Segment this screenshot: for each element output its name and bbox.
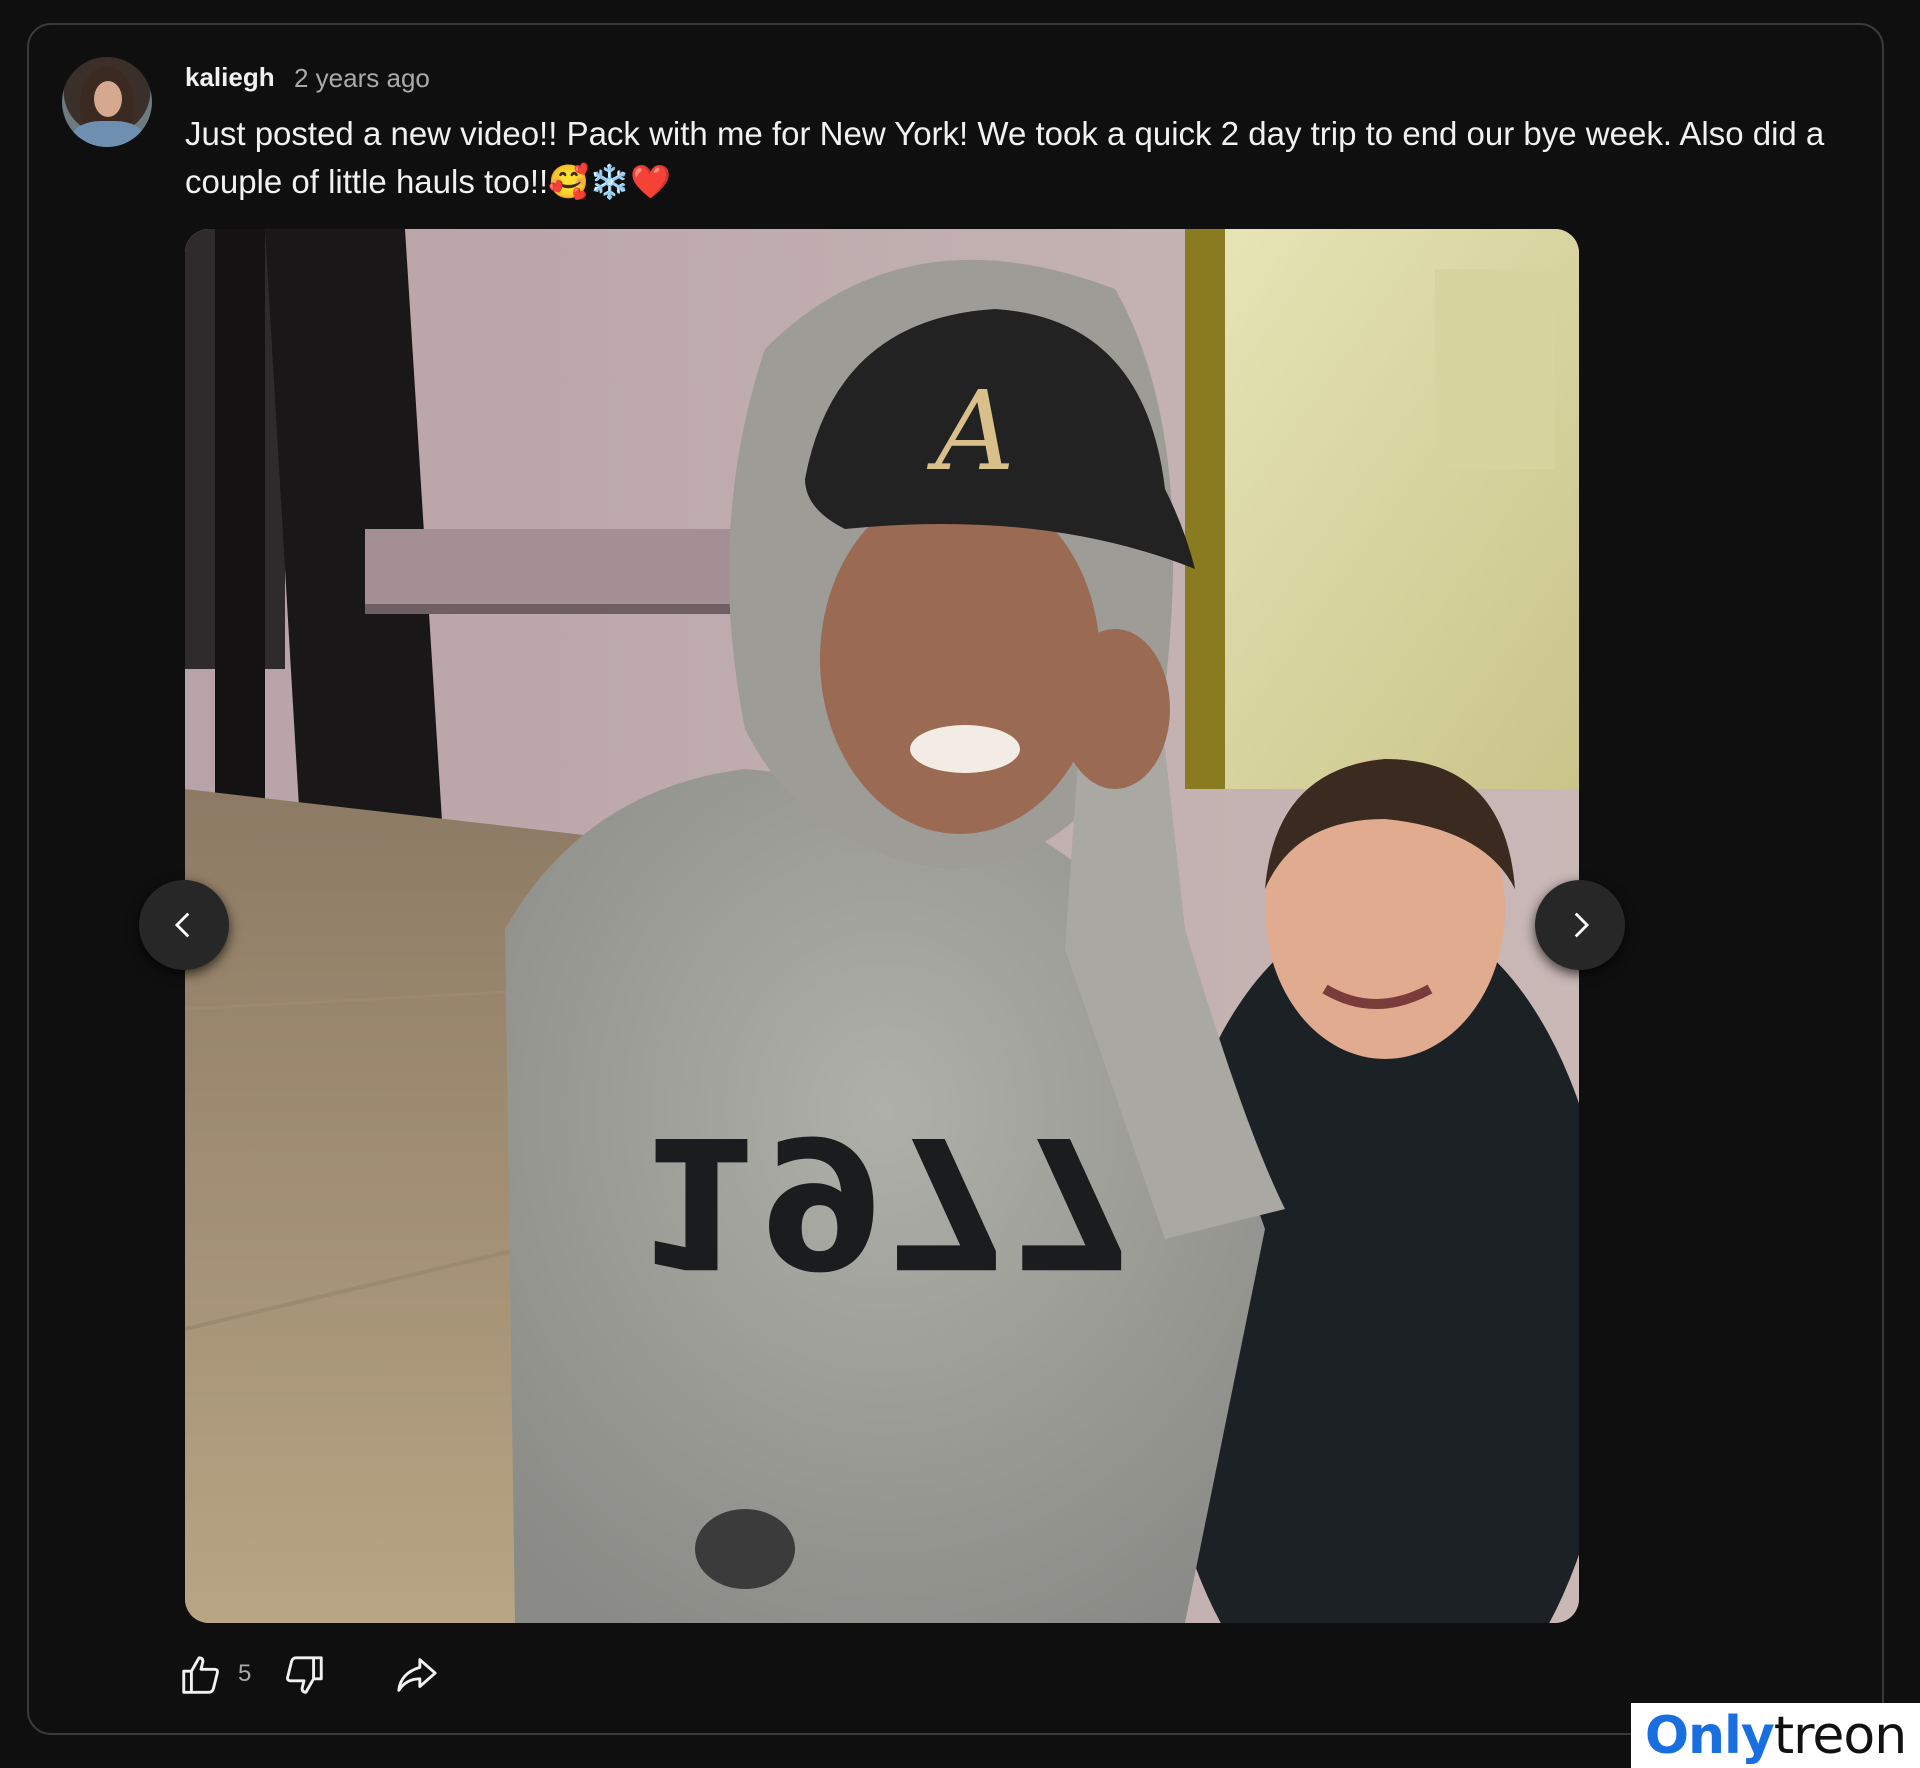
dislike-button[interactable] <box>281 1650 327 1700</box>
author-avatar[interactable] <box>62 57 152 147</box>
post-text: Just posted a new video!! Pack with me f… <box>185 115 1825 200</box>
thumbs-up-icon <box>182 1656 219 1694</box>
watermark-part-2: treon <box>1773 1705 1907 1766</box>
thumbs-down-icon <box>286 1656 323 1694</box>
watermark-part-1: Only <box>1644 1705 1775 1766</box>
like-button[interactable]: 5 <box>178 1650 251 1700</box>
share-icon <box>397 1658 437 1692</box>
page: kaliegh 2 years ago Just posted a new vi… <box>0 0 1920 1768</box>
watermark-logo: Only treon <box>1631 1703 1920 1768</box>
post-image[interactable]: A 1977 <box>185 229 1579 1623</box>
author-name[interactable]: kaliegh <box>185 62 275 93</box>
cap-logo-text: A <box>926 367 1014 495</box>
share-button[interactable] <box>393 1650 439 1700</box>
like-count: 5 <box>238 1660 252 1687</box>
post-photo: A 1977 <box>185 229 1579 1623</box>
previous-image-button[interactable] <box>139 880 229 970</box>
chevron-left-icon <box>174 912 190 938</box>
post-timestamp[interactable]: 2 years ago <box>294 63 430 94</box>
chevron-right-icon <box>1574 912 1590 938</box>
sweatshirt-print: 1977 <box>635 1096 1136 1305</box>
next-image-button[interactable] <box>1535 880 1625 970</box>
